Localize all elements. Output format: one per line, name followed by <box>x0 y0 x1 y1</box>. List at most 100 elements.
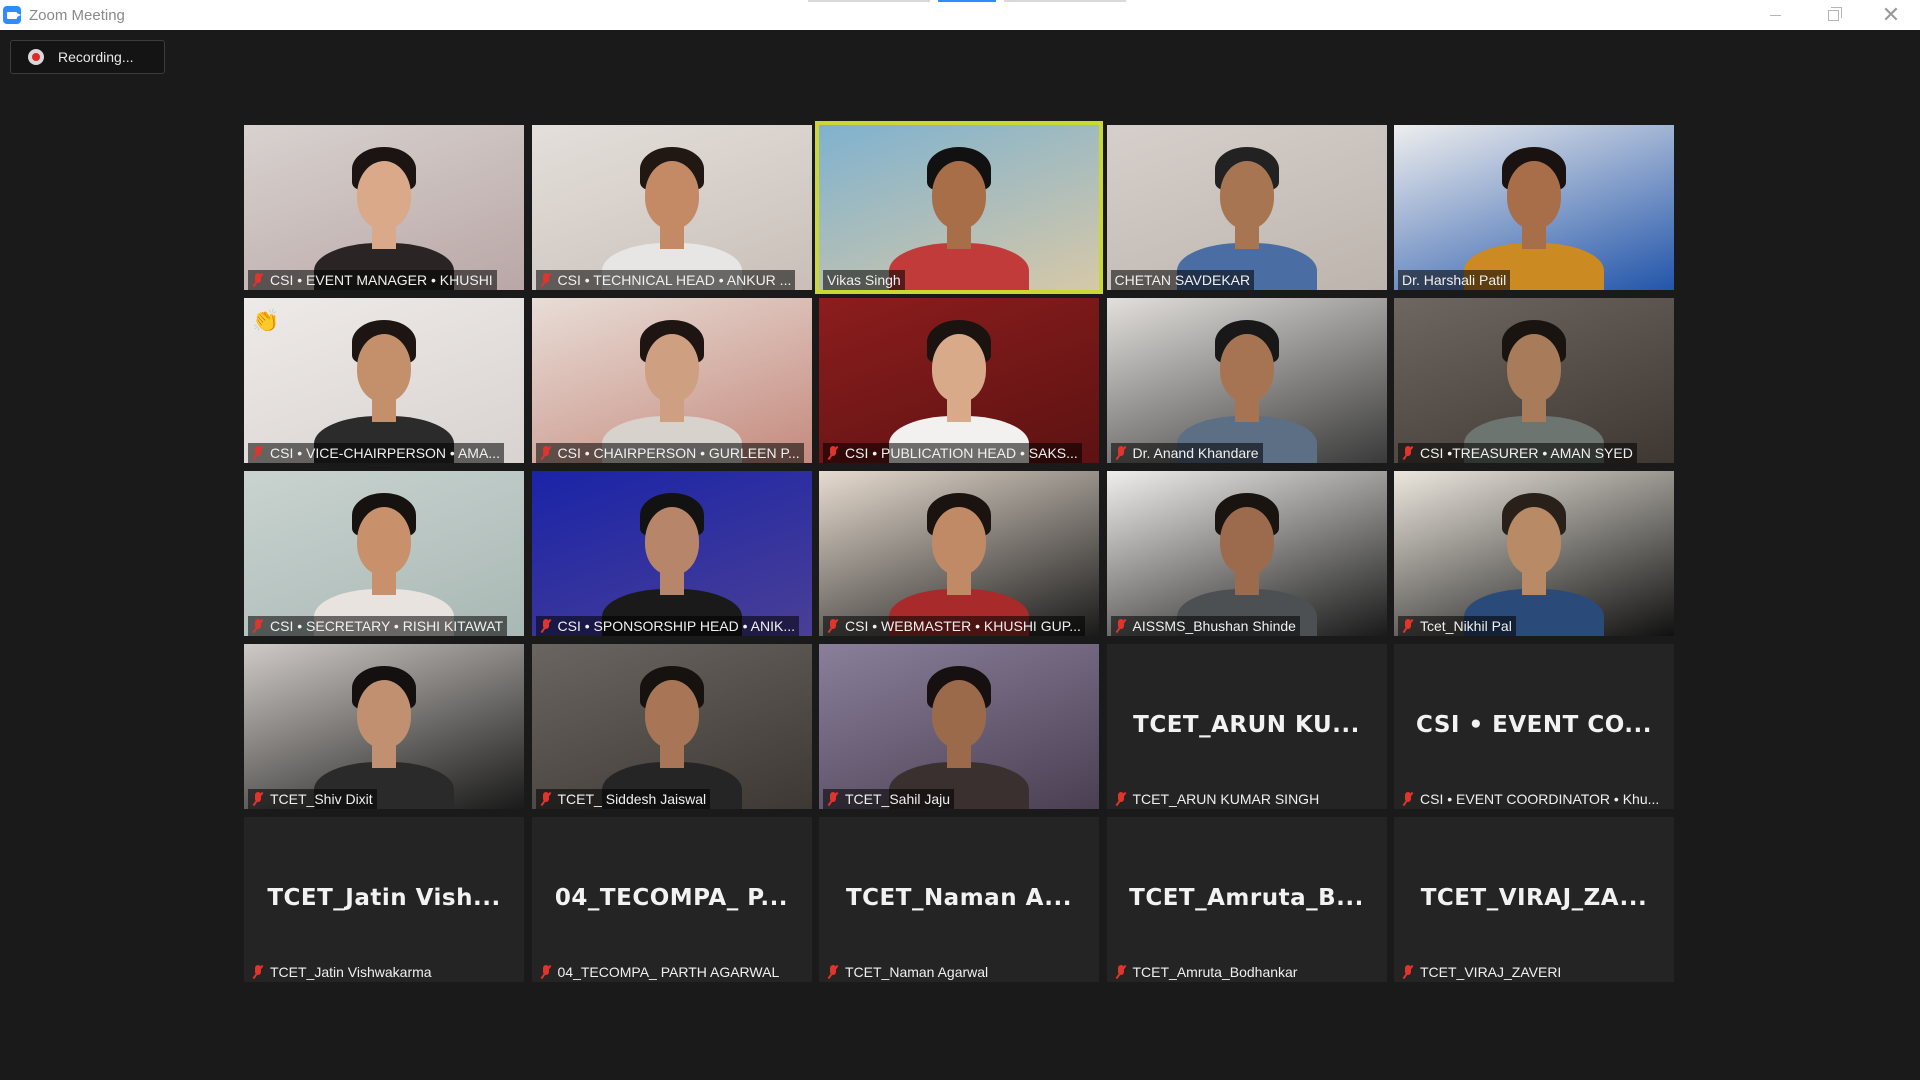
participant-tile[interactable]: 👏 CSI • VICE-CHAIRPERSON • AMA... <box>244 298 524 463</box>
participant-name-bar: Tcet_Nikhil Pal <box>1398 616 1516 636</box>
participant-name: 04_TECOMPA_ PARTH AGARWAL <box>557 964 780 980</box>
participant-name-bar: TCET_Amruta_Bodhankar <box>1111 962 1302 982</box>
muted-mic-icon <box>540 446 552 460</box>
muted-mic-icon <box>252 273 264 287</box>
participant-tile[interactable]: TCET_Naman A... TCET_Naman Agarwal <box>819 817 1099 982</box>
participant-tile[interactable]: TCET_ Siddesh Jaiswal <box>531 644 812 809</box>
participant-tile[interactable]: Dr. Harshali Patil <box>1394 125 1674 290</box>
participant-name-bar: CSI •TREASURER • AMAN SYED <box>1398 443 1637 463</box>
participant-name-bar: CHETAN SAVDEKAR <box>1110 270 1255 290</box>
participant-name-bar: CSI • SECRETARY • RISHI KITAWAT <box>248 616 508 636</box>
muted-mic-icon <box>1115 446 1127 460</box>
participant-name-bar: CSI • VICE-CHAIRPERSON • AMA... <box>248 443 504 463</box>
participant-video <box>531 298 812 463</box>
muted-mic-icon <box>252 792 264 806</box>
recording-indicator[interactable]: Recording... <box>10 40 165 74</box>
participant-video <box>819 298 1099 463</box>
participant-tile[interactable]: TCET_Shiv Dixit <box>244 644 524 809</box>
participant-name: TCET_Shiv Dixit <box>270 791 373 807</box>
participant-display-name: TCET_Jatin Vish... <box>267 885 501 911</box>
muted-mic-icon <box>1402 446 1414 460</box>
participant-name-bar: Dr. Harshali Patil <box>1398 270 1511 290</box>
participant-tile[interactable]: CSI • TECHNICAL HEAD • ANKUR ... <box>531 125 812 290</box>
participant-tile[interactable]: TCET_Amruta_B... TCET_Amruta_Bodhankar <box>1106 817 1387 982</box>
participant-name: AISSMS_Bhushan Shinde <box>1132 618 1296 634</box>
muted-mic-icon <box>540 792 552 806</box>
participant-tile[interactable]: CSI • CHAIRPERSON • GURLEEN P... <box>531 298 812 463</box>
participant-tile[interactable]: CSI • EVENT MANAGER • KHUSHI <box>244 125 524 290</box>
participant-video <box>819 471 1099 636</box>
participant-name: CSI • EVENT COORDINATOR • Khu... <box>1420 791 1660 807</box>
participant-name: CSI • VICE-CHAIRPERSON • AMA... <box>270 445 500 461</box>
participant-name: Vikas Singh <box>827 272 901 288</box>
participant-tile[interactable]: Dr. Anand Khandare <box>1106 298 1387 463</box>
muted-mic-icon <box>827 446 839 460</box>
muted-mic-icon <box>1402 619 1414 633</box>
participant-name: CSI • TECHNICAL HEAD • ANKUR ... <box>557 272 792 288</box>
participant-video <box>244 471 524 636</box>
participant-name-bar: TCET_Naman Agarwal <box>823 962 992 982</box>
participant-name-bar: TCET_ Siddesh Jaiswal <box>535 789 711 809</box>
participant-name-bar: CSI • TECHNICAL HEAD • ANKUR ... <box>535 270 796 290</box>
participant-name-bar: CSI • SPONSORSHIP HEAD • ANIK... <box>535 616 799 636</box>
participant-name-bar: CSI • EVENT COORDINATOR • Khu... <box>1398 789 1663 809</box>
window-title: Zoom Meeting <box>29 6 125 24</box>
muted-mic-icon <box>827 619 839 633</box>
participant-name-bar: TCET_Shiv Dixit <box>248 789 377 809</box>
participant-tile[interactable]: CSI •TREASURER • AMAN SYED <box>1394 298 1674 463</box>
participant-tile[interactable]: TCET_VIRAJ_ZA... TCET_VIRAJ_ZAVERI <box>1394 817 1674 982</box>
muted-mic-icon <box>1402 965 1414 979</box>
participant-video <box>1106 298 1387 463</box>
participant-tile[interactable]: Tcet_Nikhil Pal <box>1394 471 1674 636</box>
clap-reaction-icon: 👏 <box>252 308 280 333</box>
participant-name-bar: CSI • EVENT MANAGER • KHUSHI <box>248 270 497 290</box>
participant-name: TCET_VIRAJ_ZAVERI <box>1420 964 1562 980</box>
participant-tile[interactable]: TCET_Jatin Vish... TCET_Jatin Vishwakarma <box>244 817 524 982</box>
restore-button[interactable] <box>1804 0 1862 30</box>
participant-name-bar: 04_TECOMPA_ PARTH AGARWAL <box>536 962 784 982</box>
participant-video <box>244 644 524 809</box>
participant-tile[interactable]: CSI • SPONSORSHIP HEAD • ANIK... <box>531 471 812 636</box>
participant-display-name: TCET_Naman A... <box>845 885 1073 911</box>
participant-name: CSI • SPONSORSHIP HEAD • ANIK... <box>557 618 796 634</box>
muted-mic-icon <box>252 965 264 979</box>
muted-mic-icon <box>1115 619 1127 633</box>
participant-tile[interactable]: AISSMS_Bhushan Shinde <box>1106 471 1387 636</box>
participant-tile[interactable]: TCET_Sahil Jaju <box>819 644 1099 809</box>
participant-video <box>1394 298 1674 463</box>
participant-name: CHETAN SAVDEKAR <box>1114 272 1251 288</box>
minimize-button[interactable] <box>1746 0 1804 30</box>
close-button[interactable]: ✕ <box>1862 0 1920 30</box>
participant-display-name: 04_TECOMPA_ P... <box>554 885 789 911</box>
participant-tile[interactable]: CSI • SECRETARY • RISHI KITAWAT <box>244 471 524 636</box>
participant-video <box>1394 471 1674 636</box>
participant-name: CSI • CHAIRPERSON • GURLEEN P... <box>557 445 800 461</box>
participant-tile[interactable]: CHETAN SAVDEKAR <box>1106 125 1387 290</box>
participant-tile[interactable]: CSI • EVENT CO... CSI • EVENT COORDINATOR… <box>1394 644 1674 809</box>
participant-name: TCET_ARUN KUMAR SINGH <box>1132 791 1320 807</box>
participant-video <box>819 644 1099 809</box>
participant-name-bar: CSI • PUBLICATION HEAD • SAKS... <box>823 443 1082 463</box>
participant-name: TCET_Sahil Jaju <box>845 791 951 807</box>
participant-name: Dr. Harshali Patil <box>1402 272 1507 288</box>
participant-name: TCET_Amruta_Bodhankar <box>1132 964 1298 980</box>
participant-name: CSI • WEBMASTER • KHUSHI GUP... <box>845 618 1081 634</box>
participant-tile[interactable]: Vikas Singh <box>815 121 1103 294</box>
participant-tile[interactable]: CSI • WEBMASTER • KHUSHI GUP... <box>819 471 1099 636</box>
participant-name: Tcet_Nikhil Pal <box>1420 618 1512 634</box>
muted-mic-icon <box>252 446 264 460</box>
participant-display-name: TCET_VIRAJ_ZA... <box>1420 885 1648 911</box>
participant-display-name: TCET_Amruta_B... <box>1129 885 1364 911</box>
participant-tile[interactable]: TCET_ARUN KU... TCET_ARUN KUMAR SINGH <box>1106 644 1387 809</box>
participant-video <box>531 471 812 636</box>
muted-mic-icon <box>827 792 839 806</box>
participant-video <box>244 125 524 290</box>
participant-tile[interactable]: CSI • PUBLICATION HEAD • SAKS... <box>819 298 1099 463</box>
muted-mic-icon <box>1115 792 1127 806</box>
muted-mic-icon <box>252 619 264 633</box>
muted-mic-icon <box>540 273 552 287</box>
participant-tile[interactable]: 04_TECOMPA_ P... 04_TECOMPA_ PARTH AGARWA… <box>531 817 812 982</box>
minimize-icon <box>1769 14 1781 16</box>
participant-video <box>244 298 524 463</box>
participant-display-name: CSI • EVENT CO... <box>1416 712 1652 738</box>
